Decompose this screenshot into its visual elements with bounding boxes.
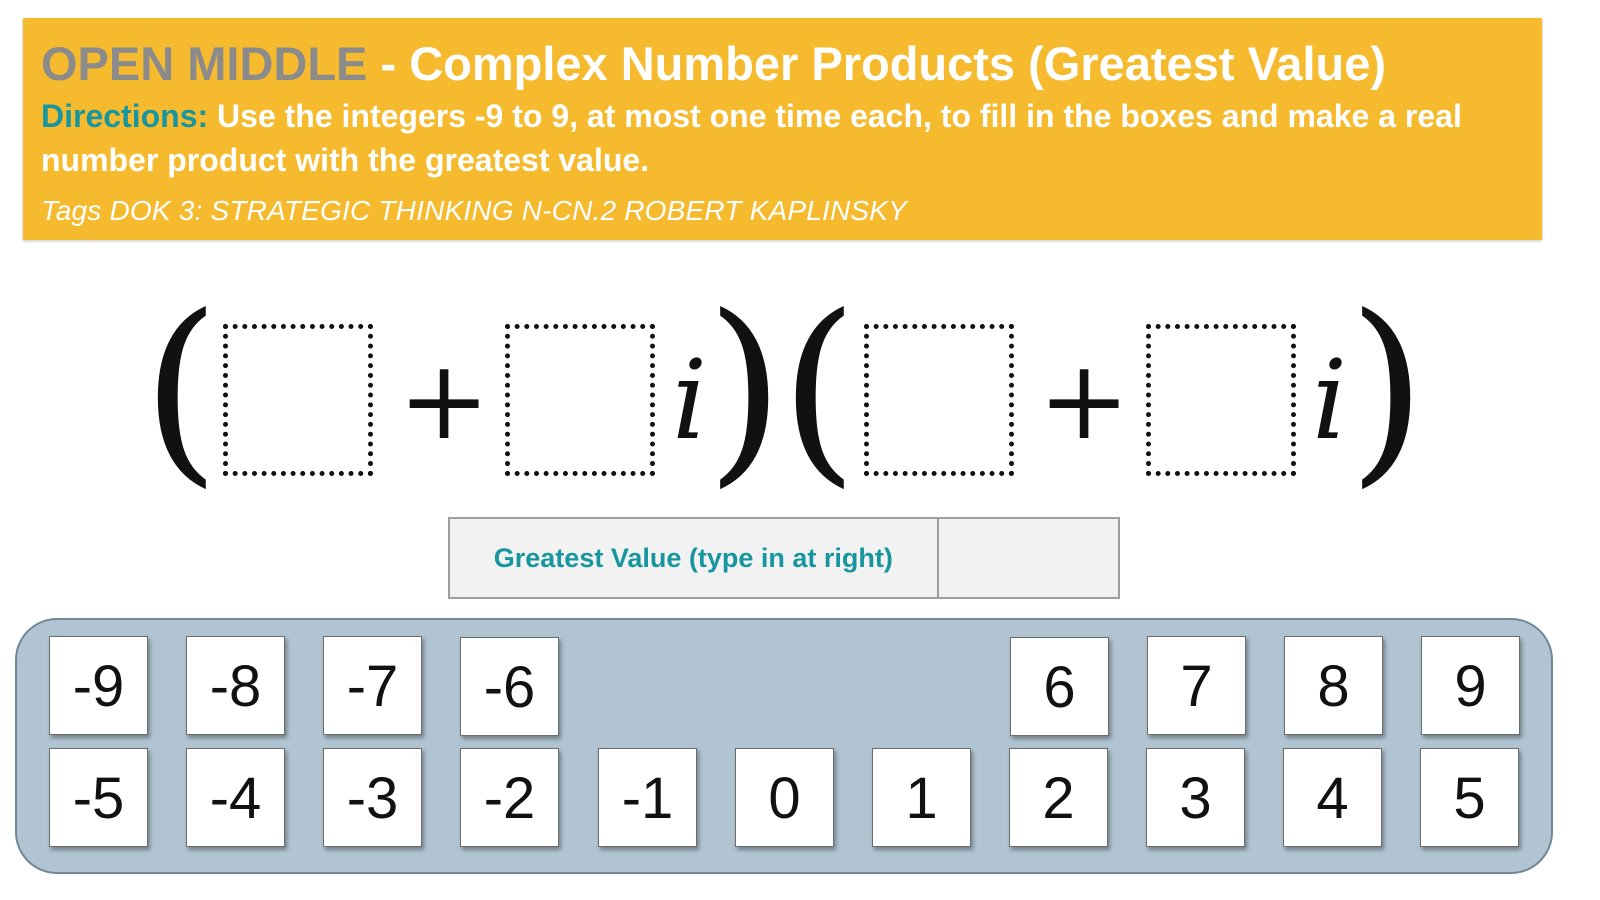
greatest-value-table: Greatest Value (type in at right) — [448, 517, 1121, 599]
greatest-value-cell[interactable] — [936, 517, 1121, 599]
number-tile[interactable]: 5 — [1420, 748, 1519, 847]
number-tile[interactable]: 8 — [1284, 636, 1383, 735]
answer-box-1-imag[interactable] — [505, 324, 655, 476]
number-tile[interactable]: -8 — [186, 636, 285, 735]
number-tile[interactable]: 9 — [1421, 636, 1520, 735]
answer-box-2-real[interactable] — [864, 324, 1014, 476]
greatest-value-label: Greatest Value (type in at right) — [448, 517, 939, 599]
directions: Directions: Use the integers -9 to 9, at… — [41, 94, 1524, 182]
number-tile[interactable]: -3 — [323, 748, 422, 847]
answer-box-1-real[interactable] — [223, 324, 373, 476]
open-paren-1: ( — [142, 273, 221, 506]
number-tile[interactable]: 4 — [1283, 748, 1382, 847]
number-tile[interactable]: 0 — [735, 748, 834, 847]
tags-line: Tags DOK 3: STRATEGIC THINKING N-CN.2 RO… — [41, 195, 908, 226]
number-tile[interactable]: -5 — [49, 748, 148, 847]
plus-sign-2: + — [1038, 336, 1131, 464]
directions-text: Use the integers -9 to 9, at most one ti… — [41, 98, 1462, 178]
directions-label: Directions: — [41, 98, 209, 134]
number-tile[interactable]: 1 — [872, 748, 971, 847]
brand-label: OPEN MIDDLE — [41, 37, 368, 90]
greatest-value-input[interactable] — [938, 519, 1118, 597]
number-tile[interactable]: -7 — [323, 636, 422, 735]
number-tile[interactable]: 2 — [1009, 748, 1108, 847]
imaginary-unit-2: i — [1312, 336, 1348, 464]
title-text: - Complex Number Products (Greatest Valu… — [367, 37, 1386, 90]
number-tile[interactable]: -9 — [49, 636, 148, 735]
number-tile[interactable]: -1 — [598, 748, 697, 847]
number-tile[interactable]: -2 — [460, 748, 559, 847]
number-tile-tray: -9 -8 -7 -6 6 7 8 9 -5 -4 -3 -2 -1 0 1 2… — [15, 618, 1553, 874]
close-paren-1: ) — [706, 273, 785, 506]
open-paren-2: ( — [780, 273, 859, 506]
close-paren-2: ) — [1348, 273, 1427, 506]
expression: ( + i ) ( + i ) — [0, 290, 1600, 510]
plus-sign-1: + — [398, 336, 491, 464]
number-tile[interactable]: 7 — [1147, 636, 1246, 735]
page-title: OPEN MIDDLE - Complex Number Products (G… — [41, 38, 1524, 90]
number-tile[interactable]: -6 — [460, 637, 559, 736]
number-tile[interactable]: -4 — [186, 748, 285, 847]
number-tile[interactable]: 6 — [1010, 637, 1109, 736]
answer-box-2-imag[interactable] — [1146, 324, 1296, 476]
imaginary-unit-1: i — [672, 336, 708, 464]
greatest-value-row: Greatest Value (type in at right) — [448, 517, 1121, 599]
number-tile[interactable]: 3 — [1146, 748, 1245, 847]
header-banner: OPEN MIDDLE - Complex Number Products (G… — [23, 18, 1542, 240]
